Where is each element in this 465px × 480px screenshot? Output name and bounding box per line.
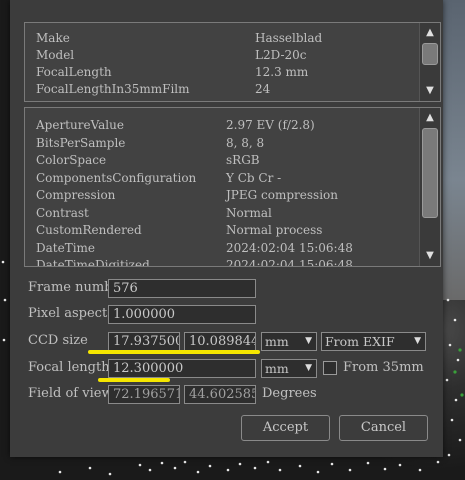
highlight-underline (98, 378, 170, 382)
scrollbar[interactable]: ▲ ▼ (419, 23, 440, 101)
exif-value: 2024:02:04 15:06:48 (226, 258, 353, 266)
exif-value: Normal process (226, 223, 323, 237)
scroll-down-icon[interactable]: ▼ (422, 249, 438, 263)
ccd-source-select[interactable]: From EXIF ▼ (321, 332, 426, 351)
scroll-up-icon[interactable]: ▲ (422, 111, 438, 125)
exif-panel-top[interactable]: Make Hasselblad Model L2D-20c FocalLengt… (24, 22, 441, 102)
exif-key: CustomRendered (36, 223, 142, 237)
pixel-aspect-field[interactable]: 1.000000 (108, 305, 256, 324)
exif-value: L2D-20c (255, 48, 307, 62)
chevron-down-icon: ▼ (305, 363, 312, 373)
exif-value: Normal (226, 205, 272, 220)
scroll-down-icon[interactable]: ▼ (422, 84, 438, 98)
scroll-up-icon[interactable]: ▲ (422, 26, 438, 40)
pixel-aspect-label: Pixel aspect (28, 306, 108, 321)
from-35mm-label: From 35mm (343, 360, 424, 375)
exif-key: Make (36, 31, 70, 45)
exif-key: FocalLengthIn35mmFilm (36, 82, 190, 96)
ccd-height-field[interactable]: 10.089844 (184, 332, 256, 351)
exif-key: ComponentsConfiguration (36, 170, 197, 185)
chevron-down-icon: ▼ (305, 336, 312, 346)
fov-vertical-field: 44.602585 (184, 385, 256, 404)
ccd-width-field[interactable]: 17.937500 (108, 332, 180, 351)
focal-length-label: Focal length (28, 360, 110, 375)
accept-button[interactable]: Accept (241, 415, 330, 441)
exif-key: DateTime (36, 240, 96, 255)
exif-key: FocalLength (36, 65, 112, 79)
exif-value: Hasselblad (255, 31, 323, 45)
scrollbar[interactable]: ▲ ▼ (419, 108, 440, 266)
ccd-size-label: CCD size (28, 333, 88, 348)
scroll-thumb[interactable] (422, 128, 438, 218)
exif-value: 8, 8, 8 (226, 135, 265, 150)
frame-number-field[interactable]: 576 (108, 279, 256, 298)
fov-horizontal-field: 72.196571 (108, 385, 180, 404)
cancel-button[interactable]: Cancel (339, 415, 428, 441)
fov-unit-label: Degrees (262, 386, 317, 401)
ccd-unit-select[interactable]: mm ▼ (261, 332, 317, 351)
exif-panel-bottom[interactable]: ApertureValue 2.97 EV (f/2.8) BitsPerSam… (24, 107, 441, 267)
exif-key: Contrast (36, 205, 89, 220)
exif-key: DateTimeDigitized (36, 258, 150, 266)
exif-value: JPEG compression (226, 188, 338, 202)
exif-value: 12.3 mm (255, 65, 309, 79)
focal-unit-select[interactable]: mm ▼ (261, 359, 317, 378)
exif-value: 2.97 EV (f/2.8) (226, 118, 315, 132)
exif-key: BitsPerSample (36, 135, 126, 150)
camera-parameters-dialog: Make Hasselblad Model L2D-20c FocalLengt… (10, 0, 443, 457)
from-35mm-checkbox[interactable] (323, 361, 337, 375)
exif-value: 2024:02:04 15:06:48 (226, 240, 353, 255)
exif-value: 24 (255, 82, 271, 96)
exif-value: sRGB (226, 153, 260, 167)
exif-key: ColorSpace (36, 153, 107, 167)
focal-length-field[interactable]: 12.300000 (108, 359, 256, 378)
ccd-source-value: From EXIF (325, 334, 395, 349)
exif-value: Y Cb Cr - (226, 170, 282, 185)
ccd-unit-value: mm (265, 334, 289, 349)
field-of-view-label: Field of view (28, 386, 113, 401)
exif-key: Model (36, 48, 75, 62)
exif-key: Compression (36, 188, 116, 202)
exif-key: ApertureValue (36, 118, 124, 132)
highlight-underline (88, 350, 260, 354)
focal-unit-value: mm (265, 361, 289, 376)
chevron-down-icon: ▼ (414, 336, 421, 346)
scroll-thumb[interactable] (422, 43, 438, 65)
